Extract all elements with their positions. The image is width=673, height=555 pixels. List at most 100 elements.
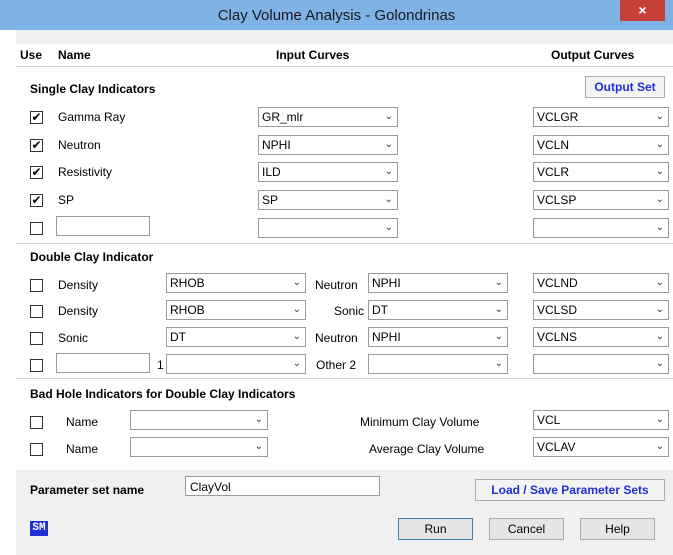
badhole-min-checkbox[interactable] <box>30 416 43 429</box>
chevron-down-icon: ⌄ <box>292 277 301 288</box>
sonic-neutron-input1-select[interactable]: DT ⌄ <box>166 327 306 347</box>
sm-logo-icon: SM <box>30 521 48 536</box>
sonic-neutron-label: Sonic <box>58 331 89 345</box>
chevron-down-icon: ⌄ <box>655 277 664 288</box>
density-sonic-checkbox[interactable] <box>30 305 43 318</box>
badhole-avg-name-select[interactable]: ⌄ <box>130 437 268 457</box>
badhole-avg-name-label: Name <box>66 442 99 456</box>
close-button[interactable]: × <box>620 0 665 21</box>
chevron-down-icon: ⌄ <box>292 304 301 315</box>
density-neutron-output-value: VCLND <box>537 276 578 290</box>
custom-double-checkbox[interactable] <box>30 359 43 372</box>
parameter-set-name-value: ClayVol <box>190 480 231 494</box>
gamma-ray-output-value: VCLGR <box>537 110 579 124</box>
density-neutron-label: Density <box>58 278 99 292</box>
resistivity-checkbox[interactable]: ✔ <box>30 166 43 179</box>
density-neutron-input1-select[interactable]: RHOB ⌄ <box>166 273 306 293</box>
neutron-input-value: NPHI <box>262 138 291 152</box>
header-input-curves: Input Curves <box>276 48 350 62</box>
single-section-title: Single Clay Indicators <box>30 82 156 96</box>
neutron-output-select[interactable]: VCLN ⌄ <box>533 135 669 155</box>
column-header: Use Name Input Curves Output Curves <box>16 44 673 67</box>
minimum-clay-volume-select[interactable]: VCL ⌄ <box>533 410 669 430</box>
chevron-down-icon: ⌄ <box>292 358 301 369</box>
badhole-avg-checkbox[interactable] <box>30 443 43 456</box>
resistivity-label: Resistivity <box>58 165 113 179</box>
chevron-down-icon: ⌄ <box>494 304 503 315</box>
sp-label: SP <box>58 193 75 207</box>
parameter-set-name-input[interactable]: ClayVol <box>185 476 380 496</box>
badhole-min-name-label: Name <box>66 415 99 429</box>
density-neutron-checkbox[interactable] <box>30 279 43 292</box>
resistivity-output-value: VCLR <box>537 165 570 179</box>
chevron-down-icon: ⌄ <box>384 166 393 177</box>
density-neutron-output-select[interactable]: VCLND ⌄ <box>533 273 669 293</box>
average-clay-volume-value: VCLAV <box>537 440 576 454</box>
sonic-neutron-label2: Neutron <box>315 331 358 345</box>
resistivity-input-select[interactable]: ILD ⌄ <box>258 162 398 182</box>
chevron-down-icon: ⌄ <box>655 331 664 342</box>
section-divider <box>16 243 673 244</box>
sp-output-value: VCLSP <box>537 193 577 207</box>
chevron-down-icon: ⌄ <box>655 441 664 452</box>
sonic-neutron-input2-value: NPHI <box>372 330 401 344</box>
footer-band <box>16 510 673 555</box>
sp-output-select[interactable]: VCLSP ⌄ <box>533 190 669 210</box>
gamma-ray-checkbox[interactable]: ✔ <box>30 111 43 124</box>
gamma-ray-label: Gamma Ray <box>58 110 126 124</box>
gamma-ray-input-select[interactable]: GR_mlr ⌄ <box>258 107 398 127</box>
sonic-neutron-input1-value: DT <box>170 330 186 344</box>
badhole-min-name-select[interactable]: ⌄ <box>130 410 268 430</box>
window-title: Clay Volume Analysis - Golondrinas <box>217 7 456 24</box>
sp-input-value: SP <box>262 193 279 207</box>
custom-double-input1-select[interactable]: ⌄ <box>166 354 306 374</box>
double-section-title: Double Clay Indicator <box>30 250 154 264</box>
cancel-button[interactable]: Cancel <box>489 518 564 540</box>
resistivity-output-select[interactable]: VCLR ⌄ <box>533 162 669 182</box>
density-sonic-input2-select[interactable]: DT ⌄ <box>368 300 508 320</box>
neutron-input-select[interactable]: NPHI ⌄ <box>258 135 398 155</box>
custom-single-input-select[interactable]: ⌄ <box>258 218 398 238</box>
chevron-down-icon: ⌄ <box>292 331 301 342</box>
density-sonic-input1-select[interactable]: RHOB ⌄ <box>166 300 306 320</box>
run-button[interactable]: Run <box>398 518 473 540</box>
density-neutron-label2: Neutron <box>315 278 358 292</box>
title-bar: Clay Volume Analysis - Golondrinas × <box>0 0 673 30</box>
chevron-down-icon: ⌄ <box>384 111 393 122</box>
load-save-parameter-sets-button[interactable]: Load / Save Parameter Sets <box>475 479 665 501</box>
gamma-ray-output-select[interactable]: VCLGR ⌄ <box>533 107 669 127</box>
custom-single-name-input[interactable] <box>56 216 150 236</box>
sonic-neutron-output-select[interactable]: VCLNS ⌄ <box>533 327 669 347</box>
chevron-down-icon: ⌄ <box>655 139 664 150</box>
chevron-down-icon: ⌄ <box>655 166 664 177</box>
sonic-neutron-checkbox[interactable] <box>30 332 43 345</box>
badhole-section-title: Bad Hole Indicators for Double Clay Indi… <box>30 387 296 401</box>
sonic-neutron-output-value: VCLNS <box>537 330 578 344</box>
minimum-clay-volume-label: Minimum Clay Volume <box>360 415 480 429</box>
density-neutron-input2-select[interactable]: NPHI ⌄ <box>368 273 508 293</box>
help-button[interactable]: Help <box>580 518 655 540</box>
header-output-curves: Output Curves <box>551 48 635 62</box>
neutron-label: Neutron <box>58 138 101 152</box>
chevron-down-icon: ⌄ <box>655 414 664 425</box>
custom-single-checkbox[interactable] <box>30 222 43 235</box>
header-use: Use <box>20 48 43 62</box>
average-clay-volume-select[interactable]: VCLAV ⌄ <box>533 437 669 457</box>
resistivity-input-value: ILD <box>262 165 281 179</box>
average-clay-volume-label: Average Clay Volume <box>369 442 485 456</box>
density-sonic-label2: Sonic <box>334 304 365 318</box>
custom-double-name-input[interactable] <box>56 353 150 373</box>
sp-checkbox[interactable]: ✔ <box>30 194 43 207</box>
custom-double-output-select[interactable]: ⌄ <box>533 354 669 374</box>
chevron-down-icon: ⌄ <box>494 358 503 369</box>
custom-double-input2-select[interactable]: ⌄ <box>368 354 508 374</box>
chevron-down-icon: ⌄ <box>655 304 664 315</box>
custom-double-index: 1 <box>157 358 164 372</box>
output-set-button[interactable]: Output Set <box>585 76 665 98</box>
density-sonic-output-select[interactable]: VCLSD ⌄ <box>533 300 669 320</box>
sp-input-select[interactable]: SP ⌄ <box>258 190 398 210</box>
neutron-checkbox[interactable]: ✔ <box>30 139 43 152</box>
custom-single-output-select[interactable]: ⌄ <box>533 218 669 238</box>
sonic-neutron-input2-select[interactable]: NPHI ⌄ <box>368 327 508 347</box>
chevron-down-icon: ⌄ <box>655 194 664 205</box>
